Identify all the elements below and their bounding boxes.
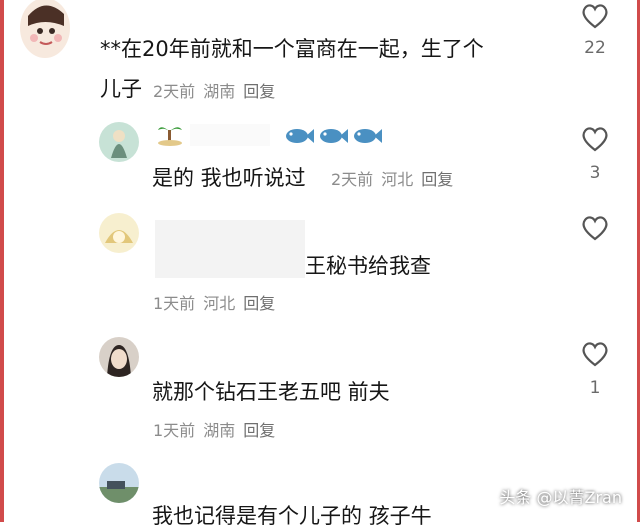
comment-meta: 2天前 湖南 回复 bbox=[153, 78, 283, 102]
frame-border-left bbox=[0, 0, 4, 522]
comment-location: 湖南 bbox=[203, 421, 236, 440]
comment-text: 我也记得是有个儿子的 孩子牛 bbox=[152, 504, 432, 528]
comment-meta: 2天前 河北 回复 bbox=[331, 166, 461, 190]
user-name-blurred bbox=[190, 124, 270, 146]
heart-icon[interactable] bbox=[580, 340, 610, 368]
comment-location: 河北 bbox=[381, 170, 414, 189]
heart-icon[interactable] bbox=[580, 214, 610, 242]
comment-time: 1天前 bbox=[153, 294, 196, 313]
heart-icon[interactable] bbox=[580, 2, 610, 30]
fish-icon bbox=[354, 129, 382, 143]
comment-time: 2天前 bbox=[331, 170, 374, 189]
fish-emoji-row bbox=[284, 127, 386, 149]
user-name-row bbox=[157, 122, 183, 148]
comment-time: 2天前 bbox=[153, 82, 196, 101]
comment-location: 湖南 bbox=[203, 82, 236, 101]
reply-button[interactable]: 回复 bbox=[243, 82, 275, 101]
comment-text: **在20年前就和一个富商在一起，生了个 bbox=[100, 37, 484, 61]
comment-text: 王秘书给我查 bbox=[305, 254, 431, 278]
reply-button[interactable]: 回复 bbox=[243, 421, 275, 440]
island-icon bbox=[158, 127, 182, 146]
avatar[interactable] bbox=[99, 213, 139, 253]
avatar[interactable] bbox=[99, 122, 139, 162]
fish-icon bbox=[286, 129, 314, 143]
comment-meta: 1天前 湖南 回复 bbox=[153, 417, 283, 441]
avatar[interactable] bbox=[99, 463, 139, 503]
like-count: 22 bbox=[584, 38, 606, 58]
avatar[interactable] bbox=[20, 0, 70, 58]
watermark: 头条 @以菁Zran bbox=[499, 488, 622, 507]
comment-text: 是的 我也听说过 bbox=[152, 166, 306, 190]
reply-button[interactable]: 回复 bbox=[243, 294, 275, 313]
like-count: 1 bbox=[589, 378, 601, 398]
heart-icon[interactable] bbox=[580, 125, 610, 153]
user-name-blurred bbox=[155, 220, 305, 278]
comment-location: 河北 bbox=[203, 294, 236, 313]
comment-text-line2: 儿子 bbox=[100, 77, 142, 101]
fish-icon bbox=[320, 129, 348, 143]
avatar[interactable] bbox=[99, 337, 139, 377]
reply-button[interactable]: 回复 bbox=[421, 170, 453, 189]
comment-text: 就那个钻石王老五吧 前夫 bbox=[152, 380, 390, 404]
comment-time: 1天前 bbox=[153, 421, 196, 440]
comment-meta: 1天前 河北 回复 bbox=[153, 290, 283, 314]
like-count: 3 bbox=[589, 163, 601, 183]
